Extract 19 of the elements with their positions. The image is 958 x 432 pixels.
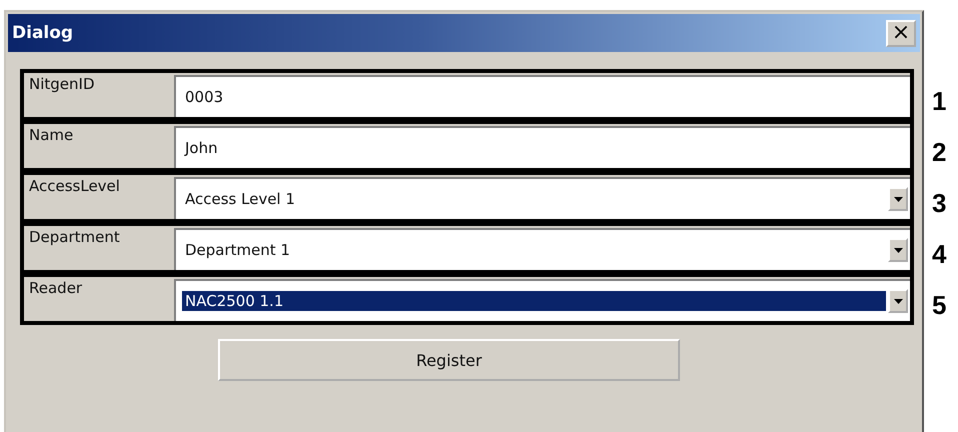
- field-label: AccessLevel: [28, 176, 121, 197]
- dropdown-value: NAC2500 1.1: [182, 291, 886, 311]
- callout-number: 3: [932, 188, 946, 220]
- register-button[interactable]: Register: [218, 339, 680, 381]
- dropdown-field[interactable]: Access Level 1: [174, 177, 910, 219]
- callout-number: 2: [932, 137, 946, 169]
- field-label: Department: [28, 227, 121, 248]
- callout-number: 5: [932, 290, 946, 322]
- close-button[interactable]: ×: [886, 20, 916, 46]
- input-field[interactable]: 0003: [174, 75, 910, 117]
- dropdown-field[interactable]: NAC2500 1.1: [174, 279, 910, 321]
- window-title: Dialog: [12, 23, 74, 43]
- callout-number: 1: [932, 86, 946, 118]
- callout-number: 4: [932, 239, 946, 271]
- field-label: Reader: [28, 278, 84, 299]
- dropdown-field[interactable]: Department 1: [174, 228, 910, 270]
- field-label: Name: [28, 125, 74, 146]
- input-field[interactable]: John: [174, 126, 910, 168]
- field-label: NitgenID: [28, 74, 96, 95]
